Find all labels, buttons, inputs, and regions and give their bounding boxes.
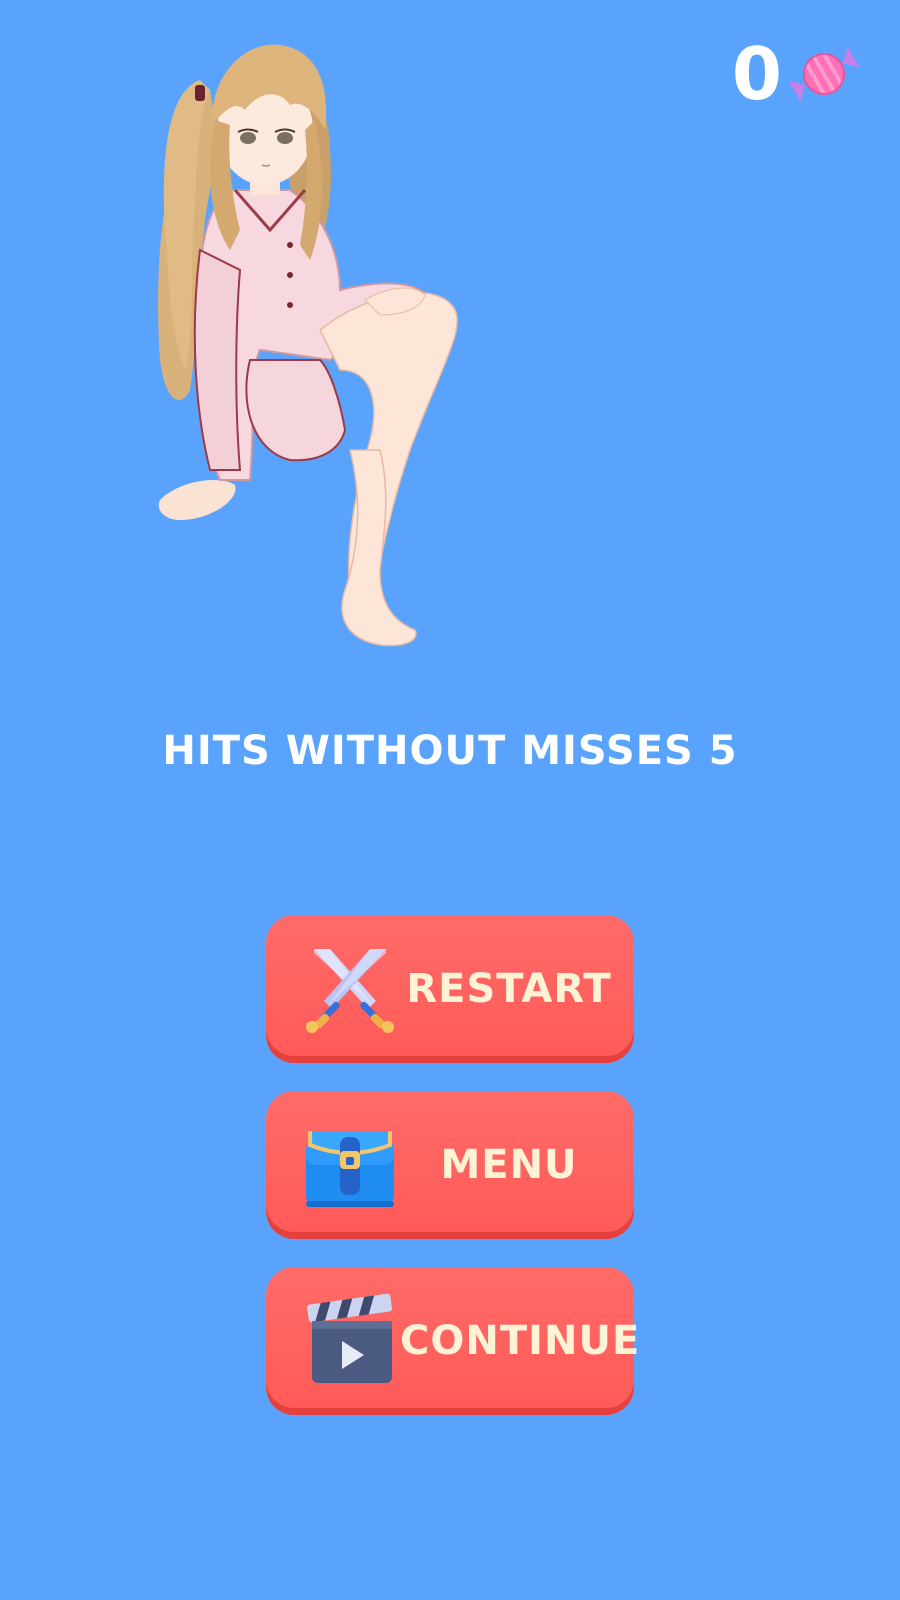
continue-label: CONTINUE — [400, 1318, 641, 1364]
clapperboard-play-icon — [307, 1293, 393, 1383]
crossed-swords-icon — [306, 949, 394, 1033]
continue-button[interactable]: CONTINUE — [266, 1267, 639, 1415]
game-over-screen: 0 HITS WITHOUT MISSES 5 RESTART MENU CON… — [0, 0, 900, 1600]
candy-icon — [788, 46, 860, 102]
hits-without-misses-text: HITS WITHOUT MISSES 5 — [162, 728, 738, 774]
menu-button[interactable]: MENU — [266, 1091, 634, 1239]
anime-girl-character — [158, 44, 458, 647]
restart-button[interactable]: RESTART — [266, 915, 634, 1063]
restart-label: RESTART — [406, 966, 612, 1012]
score-value: 0 — [731, 32, 782, 116]
backpack-icon — [306, 1131, 394, 1207]
menu-label: MENU — [440, 1142, 578, 1188]
candy-score: 0 — [732, 38, 860, 110]
